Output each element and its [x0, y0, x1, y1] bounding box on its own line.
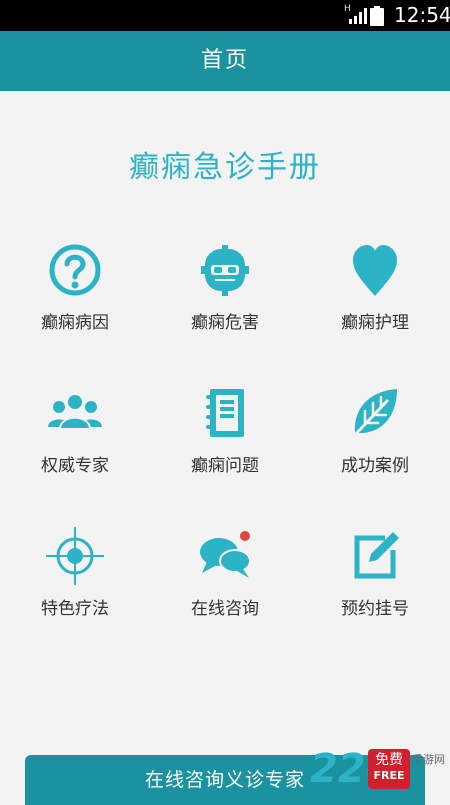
- status-time: 12:54: [394, 3, 450, 27]
- free-badge: 免费 FREE: [368, 749, 410, 789]
- crosshair-icon: [46, 527, 104, 585]
- chat-bubbles-icon: [200, 531, 251, 578]
- badge-top-text: 免费: [375, 752, 403, 768]
- edit-icon: [354, 532, 399, 579]
- grid-item-appointment[interactable]: 预约挂号: [300, 526, 450, 646]
- watermark-logo: 226 免费 FREE 手游网: [310, 745, 450, 795]
- heart-icon: [353, 245, 397, 296]
- grid-item-label: 预约挂号: [341, 599, 409, 619]
- grid-item-label: 癫痫病因: [41, 313, 109, 333]
- grid-item-cases[interactable]: 成功案例: [300, 383, 450, 503]
- grid-item-experts[interactable]: 权威专家: [0, 383, 150, 503]
- signal-icon: [349, 8, 367, 24]
- grid-item-label: 癫痫问题: [191, 456, 259, 476]
- status-bar: H 12:54: [0, 0, 450, 31]
- grid-item-care[interactable]: 癫痫护理: [300, 240, 450, 360]
- app-header: 首页: [0, 31, 450, 91]
- notebook-icon: [206, 389, 244, 437]
- grid-item-consult[interactable]: 在线咨询: [150, 526, 300, 646]
- grid-item-label: 权威专家: [41, 456, 109, 476]
- grid-item-label: 成功案例: [341, 456, 409, 476]
- people-icon: [48, 393, 102, 430]
- watermark-site: 手游网: [412, 753, 445, 766]
- grid-item-therapy[interactable]: 特色疗法: [0, 526, 150, 646]
- grid-item-harm[interactable]: 癫痫危害: [150, 240, 300, 360]
- leaf-icon: [351, 389, 397, 439]
- question-circle-icon: [49, 244, 101, 296]
- grid-item-causes[interactable]: 癫痫病因: [0, 240, 150, 360]
- badge-bottom-text: FREE: [373, 769, 405, 782]
- grid-item-label: 特色疗法: [41, 599, 109, 619]
- grid-item-label: 癫痫护理: [341, 313, 409, 333]
- grid-item-questions[interactable]: 癫痫问题: [150, 383, 300, 503]
- page-title: 首页: [200, 48, 249, 73]
- app-main-title: 癫痫急诊手册: [129, 150, 321, 185]
- grid-item-label: 在线咨询: [191, 599, 259, 619]
- robot-face-icon: [201, 245, 249, 296]
- battery-icon: [370, 6, 384, 26]
- grid-item-label: 癫痫危害: [191, 313, 259, 333]
